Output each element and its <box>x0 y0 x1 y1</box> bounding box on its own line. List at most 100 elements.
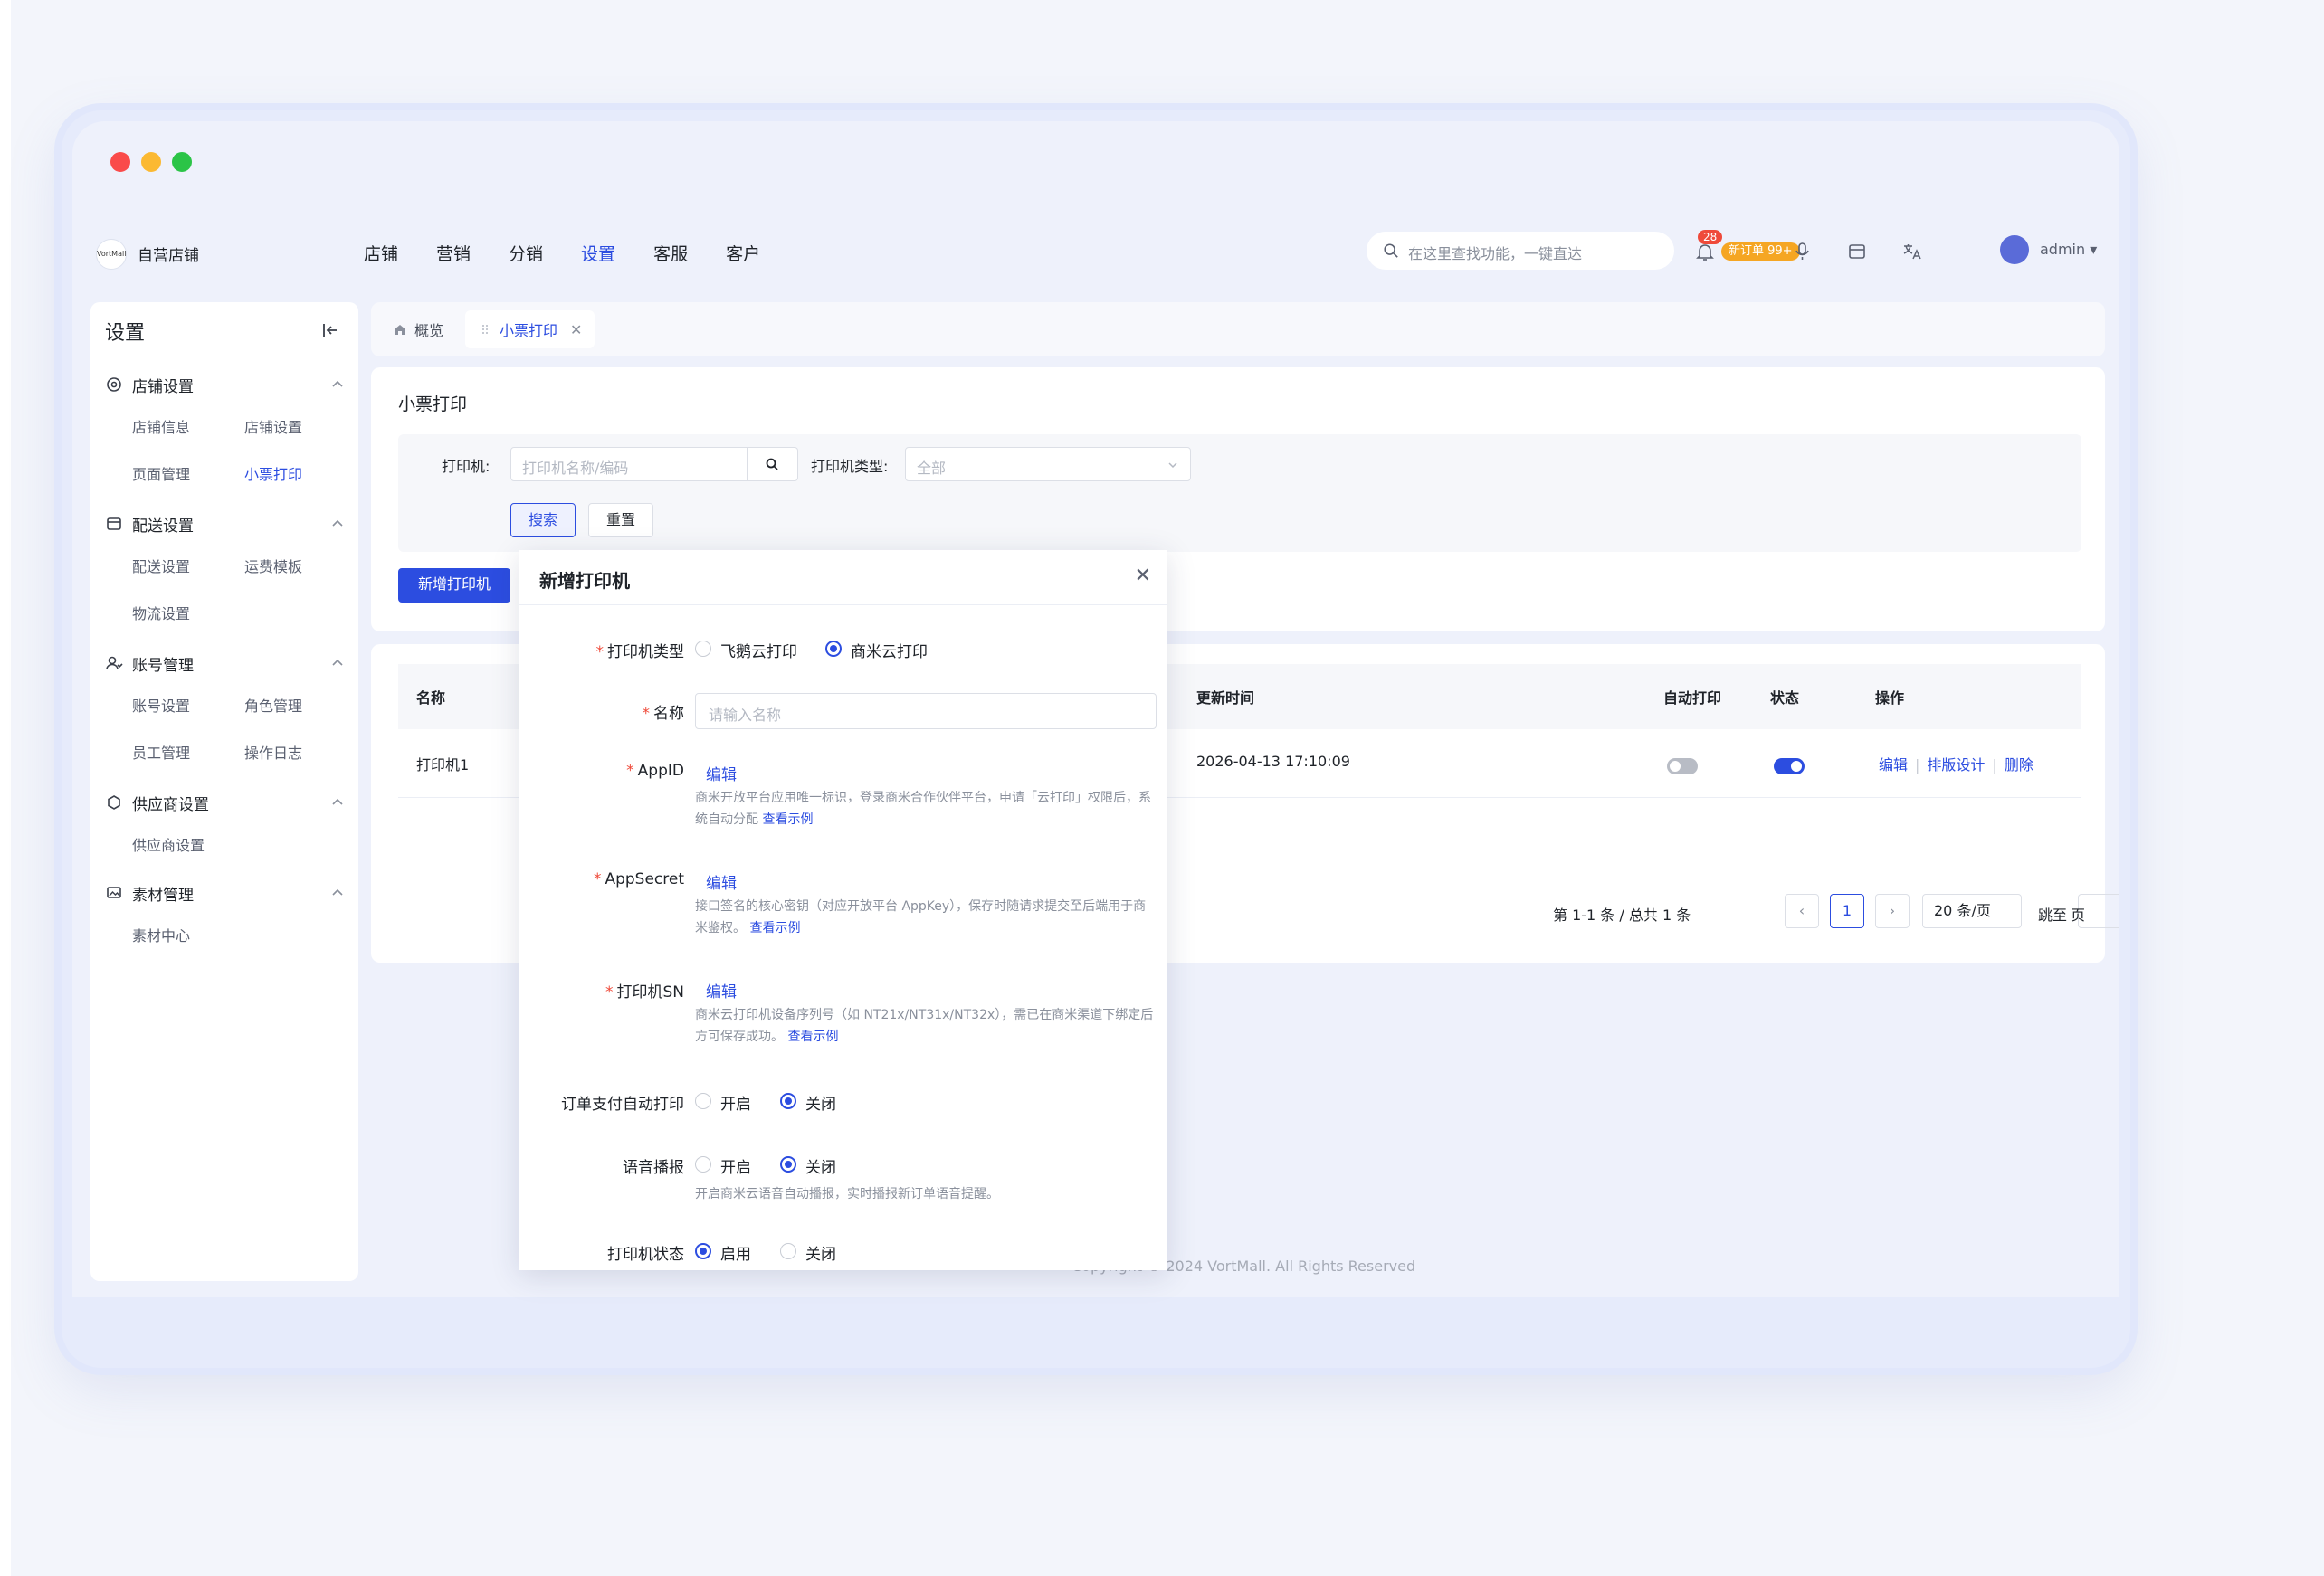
radio-sunmi-cloud[interactable] <box>825 641 842 657</box>
new-orders-badge[interactable]: 新订单 99+ <box>1721 242 1800 261</box>
sidebar-submenu: 账号设置 角色管理 员工管理 操作日志 <box>105 691 349 769</box>
radio-auto-print-on[interactable] <box>695 1093 711 1109</box>
required-mark: * <box>593 870 602 888</box>
chevron-up-icon[interactable] <box>329 794 346 811</box>
close-icon[interactable]: ✕ <box>1135 565 1151 587</box>
printer-type-select[interactable]: 全部 <box>905 447 1191 481</box>
radio-label[interactable]: 关闭 <box>805 1154 836 1177</box>
sidebar-item-store-settings[interactable]: 店铺设置 <box>244 413 357 443</box>
radio-label[interactable]: 商米云打印 <box>851 639 928 661</box>
radio-label[interactable]: 开启 <box>720 1154 751 1177</box>
radio-label[interactable]: 关闭 <box>805 1091 836 1114</box>
sidebar-item-store-info[interactable]: 店铺信息 <box>132 413 244 443</box>
sidebar-item-material-center[interactable]: 素材中心 <box>132 921 244 952</box>
status-toggle[interactable] <box>1774 758 1805 774</box>
page-size-select[interactable]: 20 条/页 <box>1922 894 2022 928</box>
chevron-up-icon[interactable] <box>329 516 346 532</box>
shop-name[interactable]: 自营店铺 <box>138 242 199 265</box>
radio-voice-on[interactable] <box>695 1156 711 1173</box>
layout-design-link[interactable]: 排版设计 <box>1927 756 1985 774</box>
toggle-knob <box>1791 761 1802 772</box>
sidebar-item-operation-log[interactable]: 操作日志 <box>244 738 357 769</box>
help-text: 商米云打印机设备序列号（如 NT21x/NT31x/NT32x），需已在商米渠道… <box>695 1008 1154 1044</box>
close-window-button[interactable] <box>110 152 130 172</box>
nav-item-service[interactable]: 客服 <box>653 241 688 265</box>
sidebar-item-logistics[interactable]: 物流设置 <box>132 599 244 630</box>
avatar[interactable] <box>2000 235 2029 264</box>
reset-button[interactable]: 重置 <box>588 503 653 537</box>
maximize-window-button[interactable] <box>172 152 192 172</box>
sidebar-item-account-settings[interactable]: 账号设置 <box>132 691 244 722</box>
appsecret-field-label: * AppSecret <box>503 870 684 888</box>
radio-label[interactable]: 飞鹅云打印 <box>720 639 797 661</box>
next-page-button[interactable]: › <box>1875 894 1910 928</box>
sidebar-item-page-manage[interactable]: 页面管理 <box>132 460 244 490</box>
sidebar-item-supplier-settings[interactable]: 供应商设置 <box>132 831 244 861</box>
radio-feie-cloud[interactable] <box>695 641 711 657</box>
name-input[interactable]: 请输入名称 <box>695 693 1157 729</box>
jump-label: 跳至 <box>2038 907 2068 924</box>
view-example-link[interactable]: 查看示例 <box>787 1030 838 1044</box>
sidebar-item-delivery-settings[interactable]: 配送设置 <box>132 552 244 583</box>
prev-page-button[interactable]: ‹ <box>1785 894 1819 928</box>
column-header-status: 状态 <box>1770 689 1800 707</box>
voice-help-text: 开启商米云语音自动播报，实时播报新订单语音提醒。 <box>695 1187 999 1201</box>
radio-label[interactable]: 启用 <box>720 1241 751 1264</box>
radio-voice-off[interactable] <box>780 1156 796 1173</box>
column-header-actions: 操作 <box>1875 689 1905 707</box>
supplier-icon <box>108 795 120 810</box>
chevron-up-icon[interactable] <box>329 376 346 393</box>
sidebar-item-shipping-template[interactable]: 运费模板 <box>244 552 357 583</box>
search-button[interactable]: 搜索 <box>510 503 576 537</box>
user-name: admin <box>2040 241 2086 258</box>
edit-link[interactable]: 编辑 <box>1879 756 1908 774</box>
nav-item-settings[interactable]: 设置 <box>581 241 615 265</box>
sidebar-group-header[interactable]: 配送设置 <box>105 508 349 539</box>
delete-link[interactable]: 删除 <box>2005 756 2034 774</box>
sidebar-group-header[interactable]: 供应商设置 <box>105 787 349 818</box>
sidebar-group-header[interactable]: 店铺设置 <box>105 369 349 400</box>
global-search-input[interactable]: 在这里查找功能，一键直达 <box>1367 232 1674 270</box>
printer-search-button[interactable] <box>748 447 798 481</box>
minimize-window-button[interactable] <box>141 152 161 172</box>
radio-label[interactable]: 关闭 <box>805 1241 836 1264</box>
tab-overview[interactable]: 概览 <box>380 310 456 348</box>
sn-edit-link[interactable]: 编辑 <box>706 979 737 1002</box>
sidebar-group-supplier: 供应商设置 供应商设置 <box>105 787 349 861</box>
printer-type-label: 打印机类型: <box>811 458 889 475</box>
sidebar-submenu: 素材中心 <box>105 921 349 952</box>
drag-handle-icon[interactable] <box>478 322 492 337</box>
nav-item-store[interactable]: 店铺 <box>364 241 398 265</box>
user-menu[interactable]: admin ▾ <box>2040 241 2097 258</box>
view-example-link[interactable]: 查看示例 <box>762 812 813 827</box>
nav-item-customers[interactable]: 客户 <box>726 241 760 265</box>
storefront-icon[interactable] <box>1846 241 1868 262</box>
close-tab-icon[interactable]: ✕ <box>570 321 582 338</box>
appsecret-edit-link[interactable]: 编辑 <box>706 870 737 893</box>
sidebar-group-header[interactable]: 素材管理 <box>105 878 349 908</box>
sidebar-item-role-manage[interactable]: 角色管理 <box>244 691 357 722</box>
microphone-icon[interactable] <box>1792 241 1814 262</box>
page-number-button[interactable]: 1 <box>1830 894 1864 928</box>
chevron-up-icon[interactable] <box>329 655 346 671</box>
nav-item-distribution[interactable]: 分销 <box>509 241 543 265</box>
sidebar-item-staff-manage[interactable]: 员工管理 <box>132 738 244 769</box>
add-printer-button[interactable]: 新增打印机 <box>398 568 510 603</box>
search-icon <box>1384 243 1398 258</box>
radio-auto-print-off[interactable] <box>780 1093 796 1109</box>
appid-edit-link[interactable]: 编辑 <box>706 762 737 784</box>
tab-receipt-print[interactable]: 小票打印 ✕ <box>465 310 595 348</box>
nav-item-marketing[interactable]: 营销 <box>436 241 471 265</box>
radio-status-enabled[interactable] <box>695 1243 711 1259</box>
radio-status-disabled[interactable] <box>780 1243 796 1259</box>
radio-label[interactable]: 开启 <box>720 1091 751 1114</box>
collapse-sidebar-icon[interactable] <box>320 320 340 340</box>
auto-print-toggle[interactable] <box>1667 758 1698 774</box>
sidebar-item-receipt-print[interactable]: 小票打印 <box>244 460 357 490</box>
translate-icon[interactable] <box>1900 241 1922 262</box>
printer-search-input[interactable]: 打印机名称/编码 <box>510 447 748 481</box>
view-example-link[interactable]: 查看示例 <box>749 921 800 935</box>
sidebar-group-header[interactable]: 账号管理 <box>105 648 349 679</box>
chevron-up-icon[interactable] <box>329 885 346 901</box>
appsecret-help-text: 接口签名的核心密钥（对应开放平台 AppKey），保存时随请求提交至后端用于商米… <box>695 896 1157 939</box>
